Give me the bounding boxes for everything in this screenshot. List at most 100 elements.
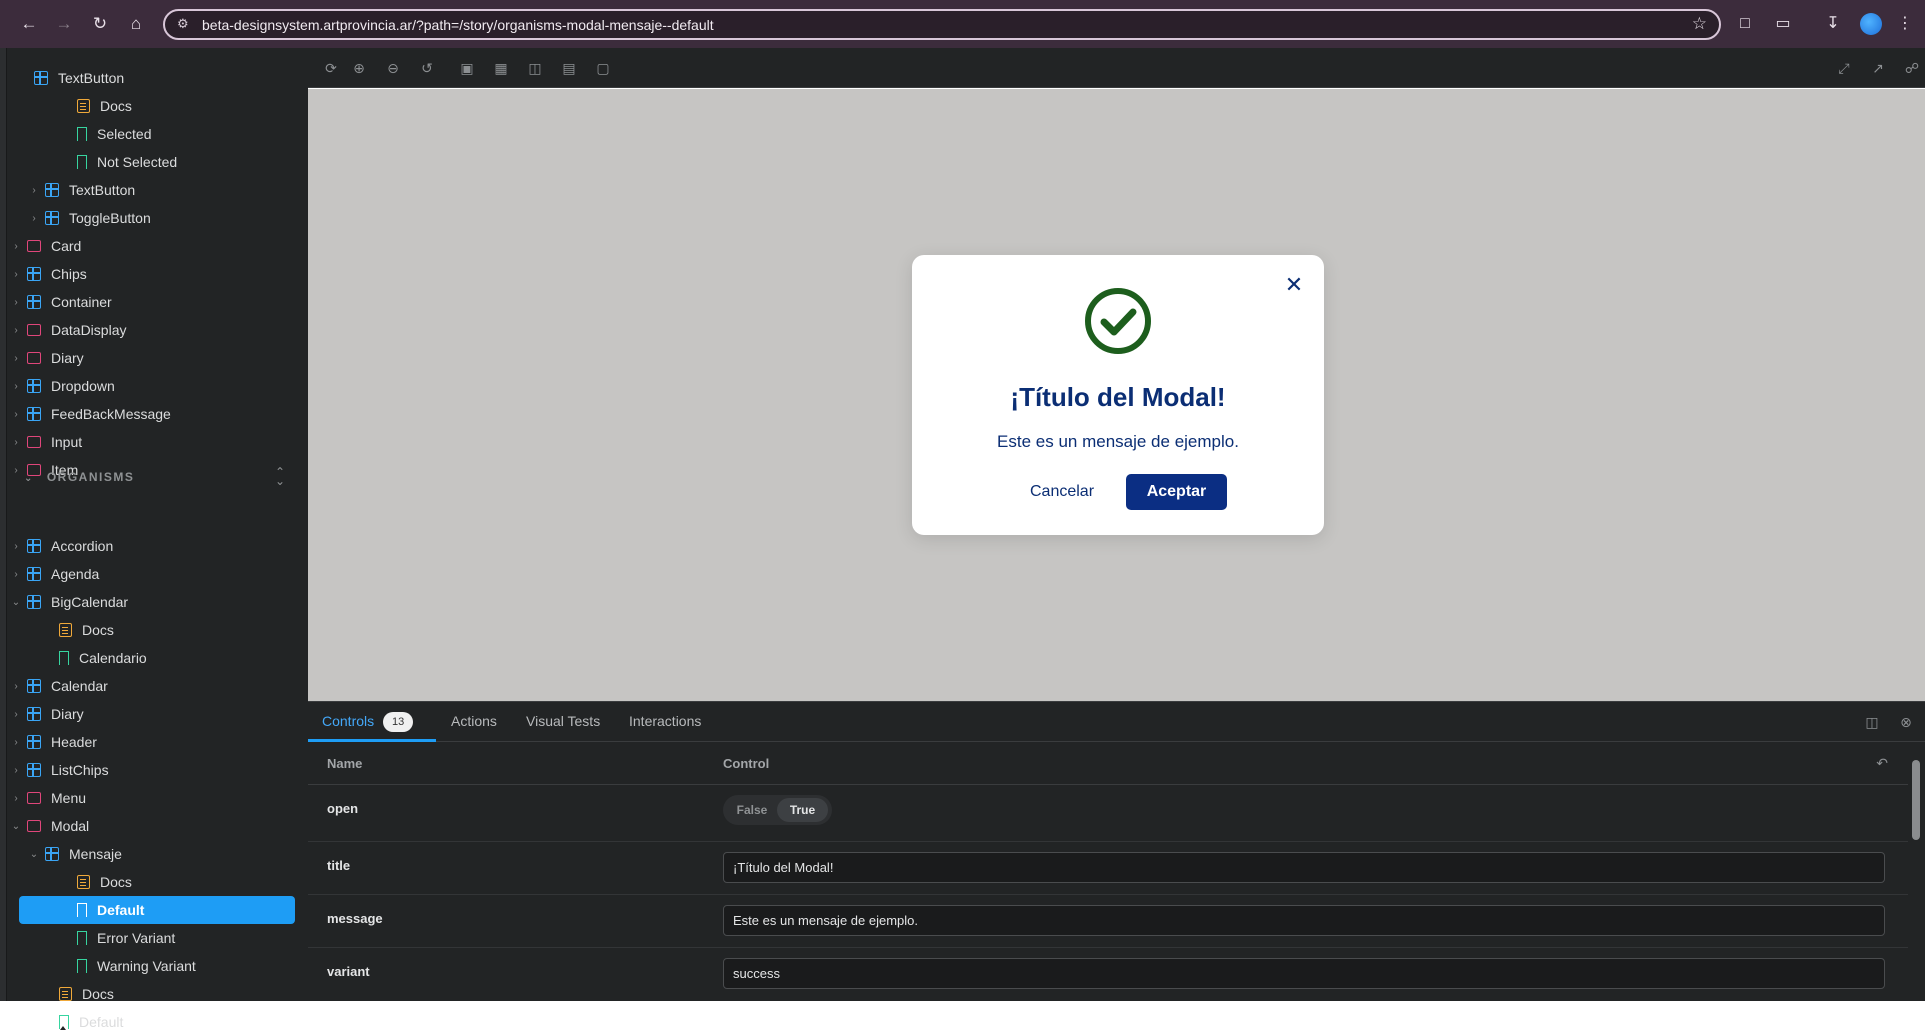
title-textarea[interactable]: ¡Título del Modal!: [723, 852, 1885, 883]
chevron-right-icon[interactable]: ›: [9, 465, 23, 476]
sidebar-item-not-selected[interactable]: Not Selected: [59, 148, 177, 176]
fullscreen-icon[interactable]: ⤢: [1834, 58, 1854, 78]
chevron-right-icon[interactable]: ›: [9, 709, 23, 720]
sidebar-item-datadisplay[interactable]: › DataDisplay: [9, 316, 126, 344]
zoom-out-icon[interactable]: ⊖: [383, 58, 403, 78]
chevron-right-icon[interactable]: ›: [9, 437, 23, 448]
tab-visual-tests[interactable]: Visual Tests: [526, 713, 600, 729]
chevron-right-icon[interactable]: ›: [9, 569, 23, 580]
cast-icon[interactable]: □: [1733, 12, 1757, 36]
reload-icon[interactable]: ↻: [88, 12, 112, 36]
sidebar-item-diary[interactable]: › Diary: [9, 344, 83, 372]
sidebar-item-bigcalendar[interactable]: ⌄ BigCalendar: [9, 588, 128, 616]
sidebar-item-listchips[interactable]: › ListChips: [9, 756, 108, 784]
sidebar-item-accordion[interactable]: › Accordion: [9, 532, 113, 560]
chevron-right-icon[interactable]: ›: [9, 541, 23, 552]
sidebar-item-selected[interactable]: Selected: [59, 120, 151, 148]
chevron-right-icon[interactable]: ›: [9, 765, 23, 776]
toggle-false-option[interactable]: False: [727, 798, 777, 822]
zoom-in-icon[interactable]: ⊕: [349, 58, 369, 78]
controls-scrollbar[interactable]: [1912, 760, 1920, 840]
chevron-right-icon[interactable]: ›: [9, 325, 23, 336]
chevron-down-icon[interactable]: ⌄: [9, 597, 23, 608]
sidebar-item-header[interactable]: › Header: [9, 728, 97, 756]
reset-controls-icon[interactable]: ↶: [1876, 755, 1888, 772]
sidebar-item-chips[interactable]: › Chips: [9, 260, 86, 288]
open-new-tab-icon[interactable]: ↗: [1868, 58, 1888, 78]
sidebar-item-container[interactable]: › Container: [9, 288, 112, 316]
message-textarea[interactable]: Este es un mensaje de ejemplo.: [723, 905, 1885, 936]
background-icon[interactable]: ▣: [457, 58, 477, 78]
chevron-down-icon[interactable]: ⌄: [27, 849, 41, 860]
sidebar-item-togglebutton[interactable]: › ToggleButton: [27, 204, 150, 232]
extensions-icon[interactable]: ▭: [1771, 12, 1795, 36]
boolean-toggle[interactable]: False True: [723, 795, 832, 825]
sidebar-item-textbutton[interactable]: › TextButton: [27, 176, 135, 204]
profile-avatar[interactable]: [1860, 13, 1882, 35]
chevron-right-icon[interactable]: ›: [27, 213, 41, 224]
sidebar-item-error-variant[interactable]: Error Variant: [59, 924, 175, 952]
tab-interactions[interactable]: Interactions: [629, 713, 701, 729]
component-icon: [27, 735, 41, 749]
accept-button[interactable]: Aceptar: [1126, 474, 1227, 510]
sidebar-item-mensaje[interactable]: ⌄ Mensaje: [27, 840, 122, 868]
measure-icon[interactable]: ▤: [559, 58, 579, 78]
panel-position-icon[interactable]: ◫: [1863, 713, 1881, 731]
chevron-right-icon[interactable]: ›: [9, 793, 23, 804]
sidebar-item-docs[interactable]: Docs: [59, 868, 132, 896]
section-header-organisms[interactable]: ⌄ ORGANISMS: [24, 470, 134, 484]
variant-textarea[interactable]: success: [723, 958, 1885, 989]
chevron-right-icon[interactable]: ›: [9, 381, 23, 392]
sidebar-item-dropdown[interactable]: › Dropdown: [9, 372, 115, 400]
bookmark-star-icon[interactable]: ☆: [1692, 14, 1707, 34]
chevron-down-icon[interactable]: ⌄: [9, 821, 23, 832]
chevron-right-icon[interactable]: ›: [9, 409, 23, 420]
sidebar-item-card[interactable]: › Card: [9, 232, 81, 260]
sidebar-item-feedbackmessage[interactable]: › FeedBackMessage: [9, 400, 171, 428]
zoom-reset-icon[interactable]: ↺: [417, 58, 437, 78]
sidebar-item-docs[interactable]: Docs: [41, 980, 114, 1008]
chevron-right-icon[interactable]: ›: [9, 681, 23, 692]
back-icon[interactable]: ←: [17, 12, 41, 36]
sidebar-item-input[interactable]: › Input: [9, 428, 82, 456]
sidebar-item-docs[interactable]: Docs: [59, 92, 132, 120]
chevron-right-icon[interactable]: ›: [9, 353, 23, 364]
sidebar-item-textbutton[interactable]: TextButton: [16, 64, 124, 92]
downloads-icon[interactable]: ↧: [1821, 12, 1845, 36]
menu-kebab-icon[interactable]: ⋮: [1893, 12, 1917, 36]
cancel-button[interactable]: Cancelar: [1022, 474, 1102, 510]
close-icon[interactable]: ✕: [1284, 274, 1304, 296]
chevron-right-icon[interactable]: ›: [9, 269, 23, 280]
toggle-true-option[interactable]: True: [777, 798, 828, 822]
sidebar-item-label: Container: [51, 294, 112, 310]
sidebar-item-calendar[interactable]: › Calendar: [9, 672, 108, 700]
sidebar-item-calendario[interactable]: Calendario: [41, 644, 147, 672]
tab-controls[interactable]: Controls: [322, 713, 374, 729]
close-panel-icon[interactable]: ⊗: [1897, 713, 1915, 731]
tab-actions[interactable]: Actions: [451, 713, 497, 729]
sidebar-item-menu[interactable]: › Menu: [9, 784, 86, 812]
chevron-right-icon[interactable]: ›: [9, 297, 23, 308]
chevron-right-icon[interactable]: ›: [9, 737, 23, 748]
sidebar-item-modal[interactable]: ⌄ Modal: [9, 812, 89, 840]
url-text[interactable]: beta-designsystem.artprovincia.ar/?path=…: [202, 17, 714, 33]
sidebar-item-warning-variant[interactable]: Warning Variant: [59, 952, 196, 980]
sidebar-item-diary[interactable]: › Diary: [9, 700, 83, 728]
sidebar-item-label: Dropdown: [51, 378, 115, 394]
sidebar-item-docs[interactable]: Docs: [41, 616, 114, 644]
address-bar[interactable]: ⚙ beta-designsystem.artprovincia.ar/?pat…: [163, 9, 1721, 40]
sidebar-item-default[interactable]: Default: [41, 1008, 123, 1036]
expand-collapse-icon[interactable]: ⌃ ⌄: [272, 466, 288, 487]
remount-icon[interactable]: ⟳: [321, 58, 341, 78]
sidebar-item-default[interactable]: Default: [19, 896, 295, 924]
outline-icon[interactable]: ▢: [593, 58, 613, 78]
chevron-right-icon[interactable]: ›: [27, 185, 41, 196]
sidebar-item-agenda[interactable]: › Agenda: [9, 560, 99, 588]
grid-icon[interactable]: ▦: [491, 58, 511, 78]
copy-link-icon[interactable]: ☍: [1902, 58, 1922, 78]
chevron-right-icon[interactable]: ›: [9, 241, 23, 252]
home-icon[interactable]: ⌂: [124, 12, 148, 36]
forward-icon[interactable]: →: [52, 12, 76, 36]
site-info-icon[interactable]: ⚙: [177, 16, 193, 32]
viewport-icon[interactable]: ◫: [525, 58, 545, 78]
